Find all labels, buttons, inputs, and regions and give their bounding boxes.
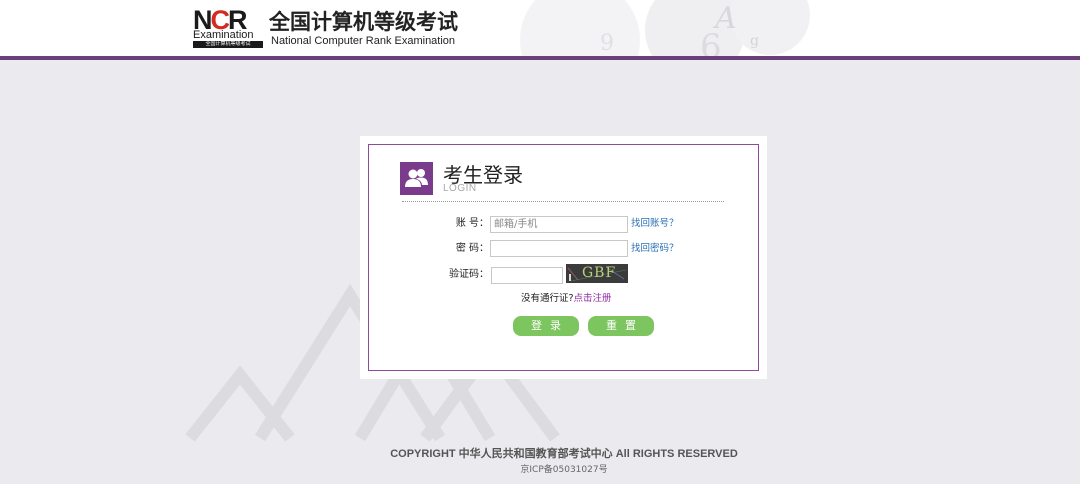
login-subtitle: LOGIN xyxy=(443,183,477,194)
svg-text:g: g xyxy=(750,33,759,49)
password-label: 密 码： xyxy=(455,243,489,254)
users-icon xyxy=(400,162,433,195)
title-divider xyxy=(402,201,724,202)
ncre-logo: NCR Examination 全国计算机等级考试 xyxy=(193,6,265,48)
svg-text:9: 9 xyxy=(600,31,614,56)
reset-button[interactable]: 重置 xyxy=(588,316,654,336)
register-link[interactable]: 点击注册 xyxy=(574,293,612,304)
copyright-text: COPYRIGHT 中华人民共和国教育部考试中心 All RIGHTS RESE… xyxy=(390,448,738,460)
logo-bar-text: 全国计算机等级考试 xyxy=(193,41,263,48)
captcha-image[interactable]: GBF xyxy=(566,264,628,283)
captcha-text: GBF xyxy=(582,265,617,281)
icp-license: 京ICP备05031027号 xyxy=(520,465,608,475)
login-button[interactable]: 登录 xyxy=(513,316,579,336)
page-header: A 6 9 g NCR Examination 全国计算机等级考试 全国计算机等… xyxy=(0,0,1080,60)
password-input[interactable] xyxy=(490,240,628,257)
brand-title-cn: 全国计算机等级考试 xyxy=(269,10,458,34)
register-prompt: 没有通行证?点击注册 xyxy=(521,292,612,306)
captcha-input[interactable] xyxy=(491,267,563,284)
no-pass-text: 没有通行证? xyxy=(521,293,574,304)
captcha-label: 验证码： xyxy=(449,269,489,280)
logo-examination-text: Examination xyxy=(193,29,254,41)
account-input[interactable] xyxy=(490,216,628,233)
login-panel: 考生登录 LOGIN 账 号： 找回账号？ 密 码： 找回密码？ 验证码： GB… xyxy=(360,136,767,379)
login-panel-frame: 考生登录 LOGIN 账 号： 找回账号？ 密 码： 找回密码？ 验证码： GB… xyxy=(368,144,759,371)
header-decoration: A 6 9 g xyxy=(520,0,810,60)
find-password-link[interactable]: 找回密码？ xyxy=(631,242,679,256)
svg-text:6: 6 xyxy=(700,27,722,60)
account-label: 账 号： xyxy=(455,218,489,229)
find-account-link[interactable]: 找回账号？ xyxy=(631,217,679,231)
brand-title-en: National Computer Rank Examination xyxy=(271,35,456,47)
